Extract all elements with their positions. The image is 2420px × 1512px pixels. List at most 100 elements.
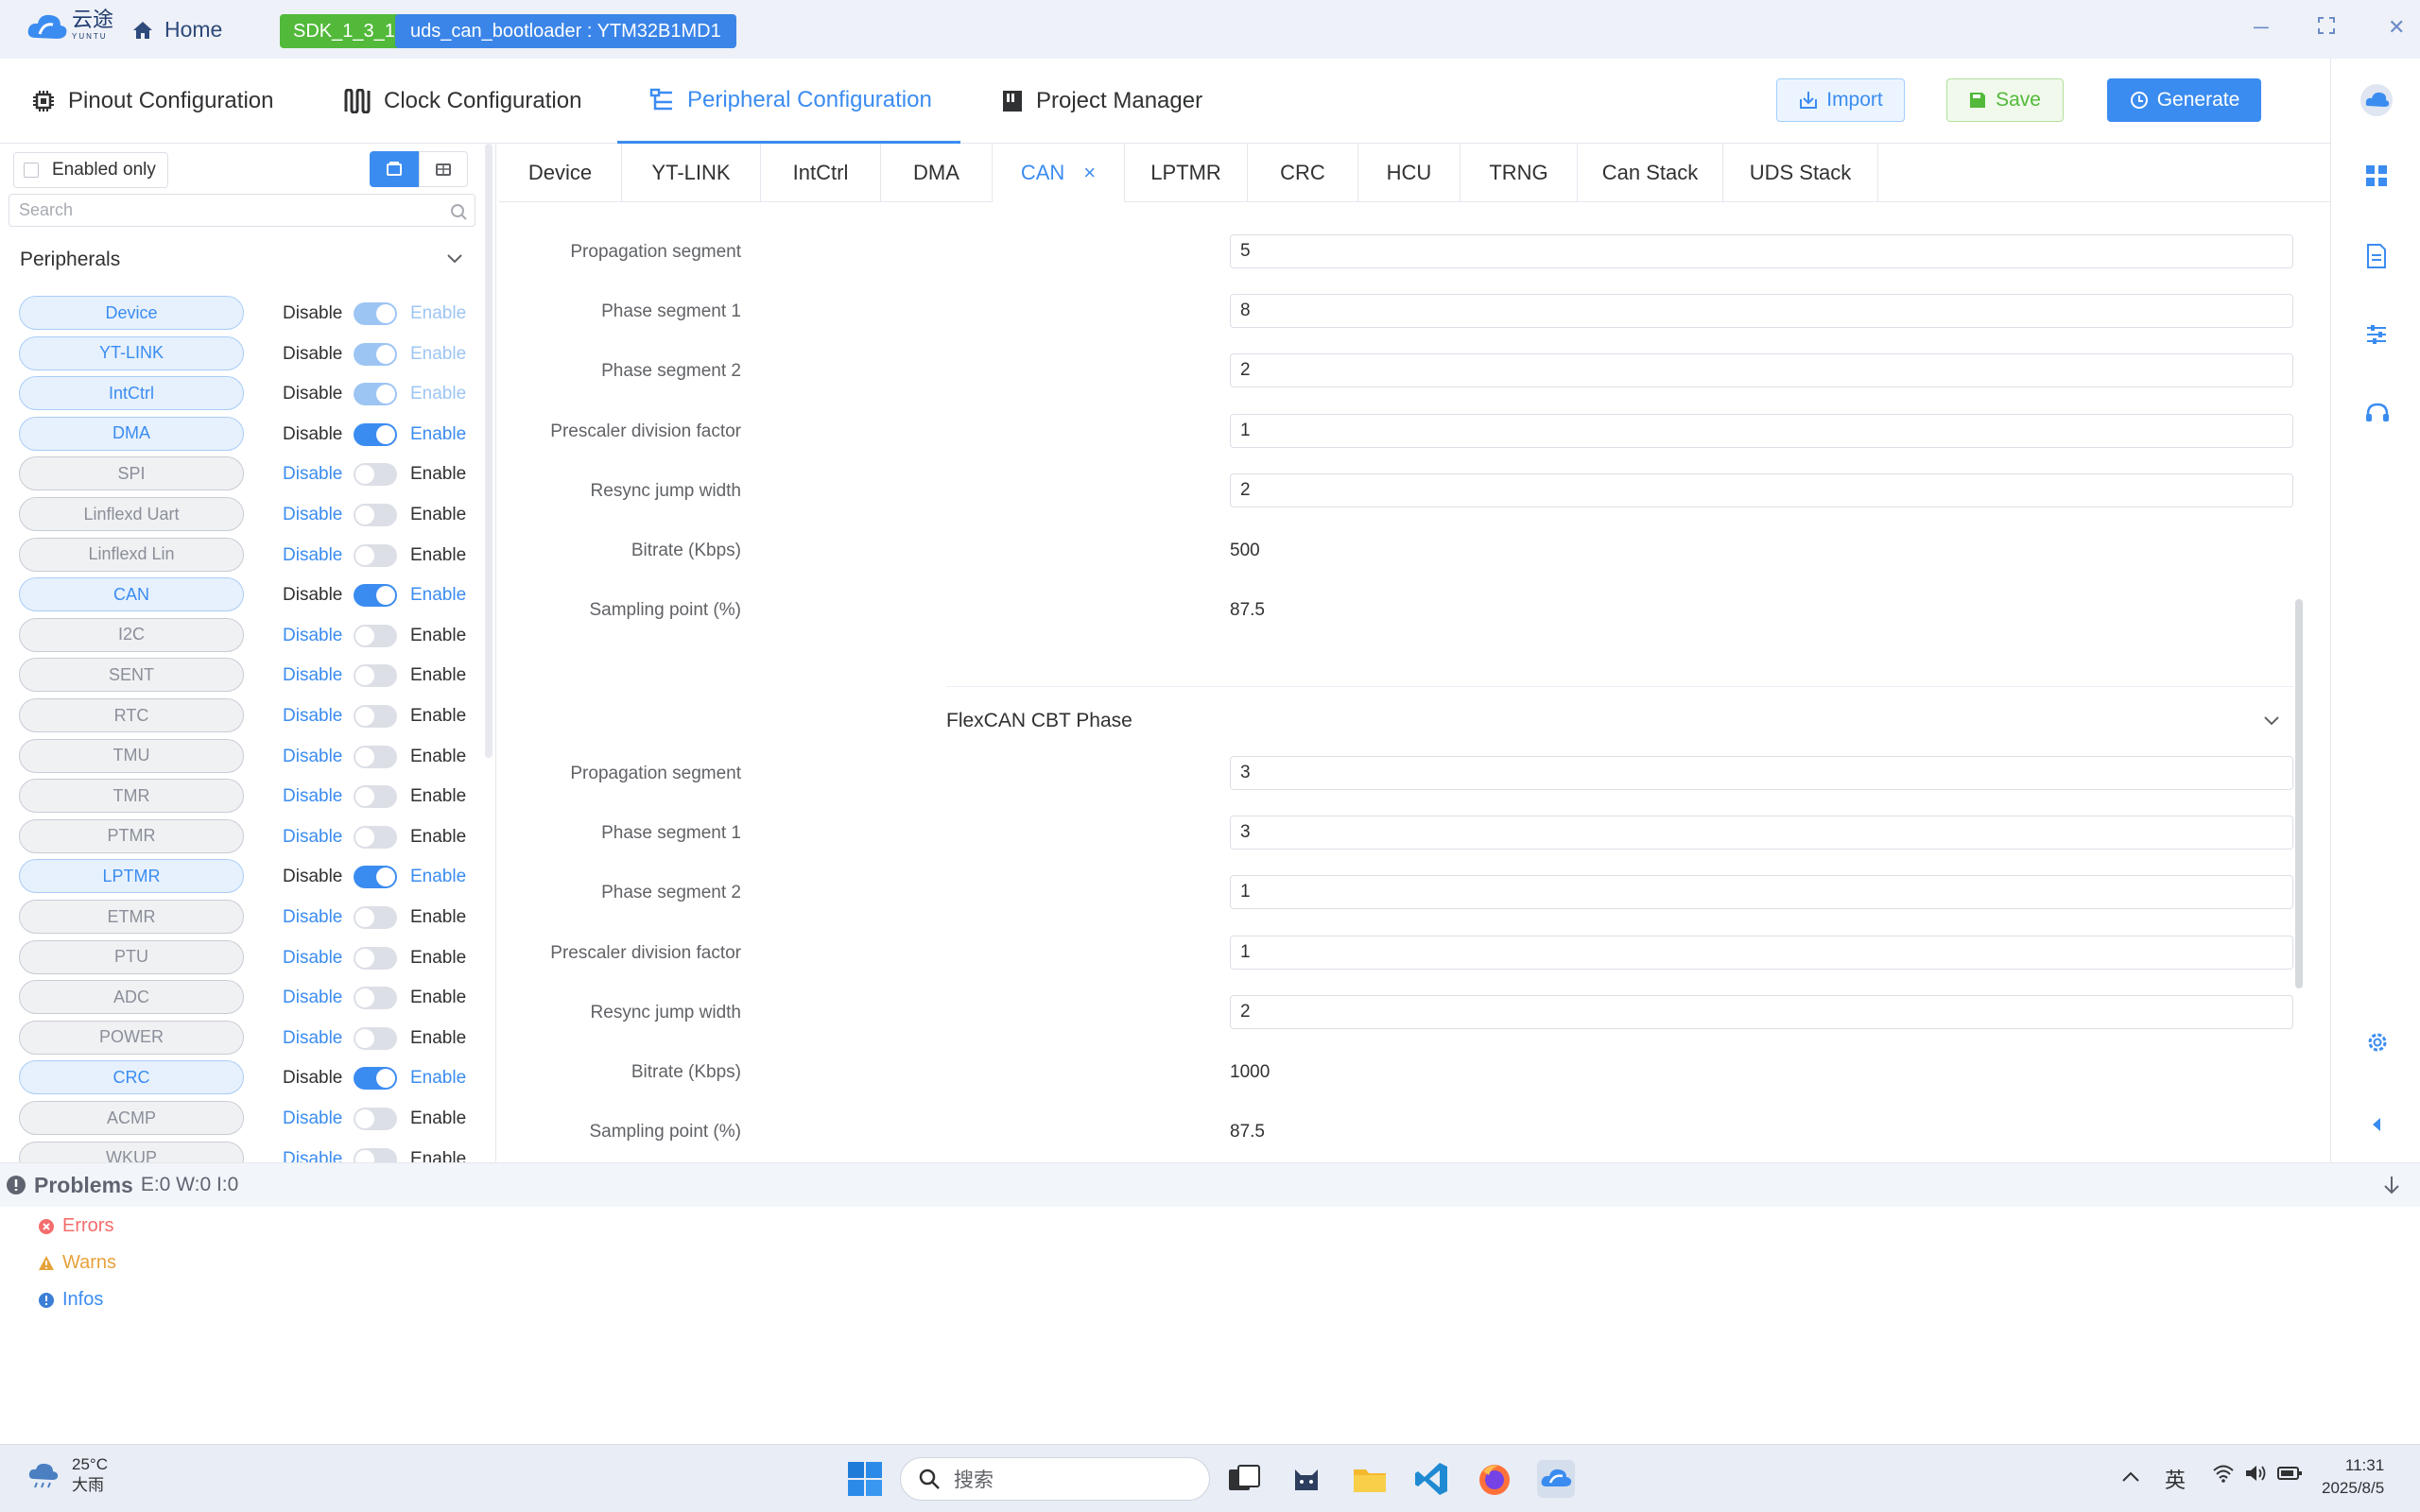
peripheral-pill[interactable]: RTC	[19, 698, 244, 732]
enable-switch[interactable]	[354, 906, 397, 929]
peripheral-pill[interactable]: PTMR	[19, 818, 244, 853]
peripheral-pill[interactable]: CRC	[19, 1060, 244, 1095]
checkbox-box[interactable]	[24, 163, 39, 178]
peripheral-pill[interactable]: Device	[19, 296, 244, 330]
wifi-icon[interactable]	[2212, 1464, 2235, 1488]
field-input[interactable]: 1	[1230, 935, 2293, 970]
enable-switch[interactable]	[354, 785, 397, 809]
taskbar-search[interactable]: 搜索	[900, 1457, 1210, 1501]
generate-button[interactable]: Generate	[2107, 78, 2261, 122]
content-scrollbar[interactable]	[2295, 599, 2303, 988]
tab-peripheral[interactable]: Peripheral Configuration	[617, 59, 960, 144]
enable-switch[interactable]	[354, 705, 397, 728]
tab-hcu[interactable]: HCU	[1358, 144, 1461, 202]
field-input[interactable]: 3	[1230, 816, 2293, 850]
peripheral-pill[interactable]: WKUP	[19, 1141, 244, 1162]
tray-chevron-up-icon[interactable]	[2121, 1464, 2140, 1488]
enable-switch[interactable]	[354, 987, 397, 1010]
maximize-icon[interactable]	[2318, 15, 2335, 40]
peripheral-pill[interactable]: ETMR	[19, 900, 244, 934]
home-link[interactable]: Home	[132, 17, 222, 43]
enable-switch[interactable]	[354, 422, 397, 446]
task-view-icon[interactable]	[1225, 1460, 1263, 1498]
enable-switch[interactable]	[354, 664, 397, 688]
tab-lptmr[interactable]: LPTMR	[1125, 144, 1248, 202]
enable-switch[interactable]	[354, 866, 397, 889]
enable-switch[interactable]	[354, 1067, 397, 1091]
enable-switch[interactable]	[354, 584, 397, 608]
tab-trng[interactable]: TRNG	[1461, 144, 1578, 202]
field-input[interactable]: 8	[1230, 294, 2293, 329]
peripheral-pill[interactable]: I2C	[19, 617, 244, 652]
minimize-icon[interactable]: ─	[2254, 15, 2269, 40]
close-window-icon[interactable]: ✕	[2388, 15, 2405, 40]
tab-clock[interactable]: Clock Configuration	[344, 59, 581, 144]
tab-dma[interactable]: DMA	[881, 144, 993, 202]
field-input[interactable]: 2	[1230, 472, 2293, 507]
field-input[interactable]: 1	[1230, 413, 2293, 448]
firefox-icon[interactable]	[1476, 1460, 1513, 1498]
enable-switch[interactable]	[354, 383, 397, 406]
ime-indicator[interactable]: 英	[2165, 1464, 2186, 1494]
warns-item[interactable]: Warns	[38, 1252, 116, 1274]
field-input[interactable]: 2	[1230, 353, 2293, 388]
vscode-icon[interactable]	[1413, 1460, 1451, 1498]
field-input[interactable]: 5	[1230, 234, 2293, 268]
enable-switch[interactable]	[354, 825, 397, 849]
peripheral-pill[interactable]: ACMP	[19, 1101, 244, 1135]
peripheral-pill[interactable]: CAN	[19, 577, 244, 612]
peripheral-pill[interactable]: IntCtrl	[19, 376, 244, 411]
enable-switch[interactable]	[354, 624, 397, 647]
project-badge[interactable]: uds_can_bootloader : YTM32B1MD1	[395, 14, 736, 48]
settings-icon[interactable]	[2365, 1030, 2392, 1057]
volume-icon[interactable]	[2244, 1464, 2267, 1488]
system-clock[interactable]: 11:31 2025/8/5	[2322, 1454, 2384, 1500]
tab-pinout[interactable]: Pinout Configuration	[32, 59, 273, 144]
tab-yt-link[interactable]: YT-LINK	[622, 144, 761, 202]
enable-switch[interactable]	[354, 1026, 397, 1050]
search-input[interactable]: Search	[9, 194, 475, 227]
peripheral-pill[interactable]: YT-LINK	[19, 335, 244, 370]
peripheral-pill[interactable]: TMU	[19, 738, 244, 773]
close-tab-icon[interactable]: ×	[1083, 161, 1096, 185]
import-button[interactable]: Import	[1776, 78, 1905, 122]
windows-start-icon[interactable]	[846, 1460, 884, 1498]
collapse-left-icon[interactable]	[2365, 1113, 2392, 1140]
peripheral-pill[interactable]: PTU	[19, 939, 244, 974]
field-input[interactable]: 3	[1230, 756, 2293, 790]
peripheral-pill[interactable]: Linflexd Lin	[19, 537, 244, 572]
problems-header[interactable]: Problems E:0 W:0 I:0	[0, 1163, 2420, 1207]
enable-switch[interactable]	[354, 463, 397, 487]
field-input[interactable]: 2	[1230, 994, 2293, 1029]
yuntu-app-icon[interactable]	[1537, 1460, 1575, 1498]
sdk-badge[interactable]: SDK_1_3_1	[280, 14, 408, 48]
peripheral-pill[interactable]: Linflexd Uart	[19, 497, 244, 531]
enable-switch[interactable]	[354, 1108, 397, 1130]
tab-project-manager[interactable]: Project Manager	[1002, 59, 1202, 144]
cat-app-icon[interactable]	[1288, 1460, 1325, 1498]
infos-item[interactable]: Infos	[38, 1289, 103, 1311]
peripheral-pill[interactable]: DMA	[19, 416, 244, 451]
peripheral-pill[interactable]: TMR	[19, 779, 244, 814]
enable-switch[interactable]	[354, 543, 397, 567]
sliders-icon[interactable]	[2365, 323, 2392, 350]
tab-crc[interactable]: CRC	[1248, 144, 1358, 202]
enable-switch[interactable]	[354, 745, 397, 768]
tab-can-stack[interactable]: Can Stack	[1578, 144, 1723, 202]
chevron-down-icon[interactable]	[2263, 715, 2280, 727]
grid-icon[interactable]	[2365, 164, 2392, 191]
save-button[interactable]: Save	[1946, 78, 2064, 122]
errors-item[interactable]: Errors	[38, 1215, 113, 1237]
tab-can[interactable]: CAN ×	[993, 144, 1125, 202]
enable-switch[interactable]	[354, 302, 397, 325]
weather-widget[interactable]: 25°C 大雨	[26, 1454, 108, 1496]
file-explorer-icon[interactable]	[1351, 1460, 1389, 1498]
enable-switch[interactable]	[354, 504, 397, 526]
sidebar-scrollbar[interactable]	[485, 144, 493, 758]
user-avatar[interactable]	[2360, 83, 2394, 117]
field-input[interactable]: 1	[1230, 875, 2293, 910]
card-view-button[interactable]	[370, 151, 419, 187]
peripheral-pill[interactable]: POWER	[19, 1020, 244, 1055]
tab-device[interactable]: Device	[499, 144, 622, 202]
battery-icon[interactable]	[2276, 1464, 2303, 1488]
